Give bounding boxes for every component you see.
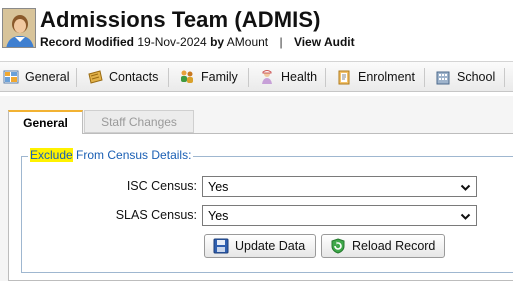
nav-divider	[504, 68, 505, 87]
nav-contacts[interactable]: Contacts	[87, 62, 158, 92]
record-header: Admissions Team (ADMIS) Record Modified …	[0, 0, 513, 58]
nav-general[interactable]: General	[3, 62, 69, 92]
by-label: by	[210, 35, 225, 49]
reload-shield-icon	[331, 238, 345, 254]
header-separator: |	[279, 35, 283, 49]
view-audit-link[interactable]: View Audit	[294, 35, 355, 49]
modified-label: Record Modified	[40, 35, 135, 49]
nav-label: Family	[201, 70, 238, 84]
tab-staff-changes[interactable]: Staff Changes	[84, 110, 194, 133]
nav-label: General	[25, 70, 70, 84]
nav-divider	[76, 68, 77, 87]
isc-census-value: Yes	[208, 179, 229, 194]
slas-census-value: Yes	[208, 208, 229, 223]
modified-by: AMount	[226, 35, 269, 49]
nav-divider	[424, 68, 425, 87]
nav-label: Health	[281, 70, 318, 84]
nav-divider	[325, 68, 326, 87]
modified-date: 19-Nov-2024	[137, 35, 207, 49]
clipboard-icon	[338, 70, 350, 85]
slas-census-select[interactable]: Yes	[202, 205, 477, 226]
person-photo-icon	[3, 9, 35, 47]
address-book-icon	[88, 70, 103, 84]
page-title: Admissions Team (ADMIS)	[40, 7, 321, 32]
nav-enrolment[interactable]: Enrolment	[336, 62, 415, 92]
nav-divider	[248, 68, 249, 87]
record-modified-line: Record Modified 19-Nov-2024 by AMount | …	[40, 35, 355, 49]
building-icon	[436, 71, 450, 85]
legend-highlight: Exclude	[30, 148, 73, 162]
isc-census-select[interactable]: Yes	[202, 176, 477, 197]
avatar	[2, 8, 36, 48]
slas-census-label: SLAS Census:	[115, 208, 197, 222]
isc-census-label: ISC Census:	[126, 179, 197, 193]
chevron-down-icon	[460, 184, 471, 191]
save-disk-icon	[213, 238, 229, 254]
census-legend: Exclude From Census Details:	[28, 148, 194, 162]
section-nav-bar: General Contacts Family Health Enrolment…	[0, 61, 513, 92]
nav-school[interactable]: School	[435, 62, 495, 92]
tab-general[interactable]: General	[8, 110, 83, 134]
nav-divider	[168, 68, 169, 87]
grid-icon	[3, 70, 19, 84]
chevron-down-icon	[460, 213, 471, 220]
nurse-icon	[262, 70, 272, 84]
nav-label: Contacts	[109, 70, 159, 84]
nav-label: School	[457, 70, 496, 84]
reload-record-button[interactable]: Reload Record	[321, 234, 445, 258]
update-data-label: Update Data	[235, 239, 306, 253]
family-icon	[181, 70, 193, 83]
legend-text: From Census Details:	[72, 148, 192, 162]
reload-record-label: Reload Record	[352, 239, 436, 253]
nav-label: Enrolment	[358, 70, 415, 84]
nav-health[interactable]: Health	[259, 62, 317, 92]
nav-family[interactable]: Family	[179, 62, 238, 92]
update-data-button[interactable]: Update Data	[204, 234, 316, 258]
